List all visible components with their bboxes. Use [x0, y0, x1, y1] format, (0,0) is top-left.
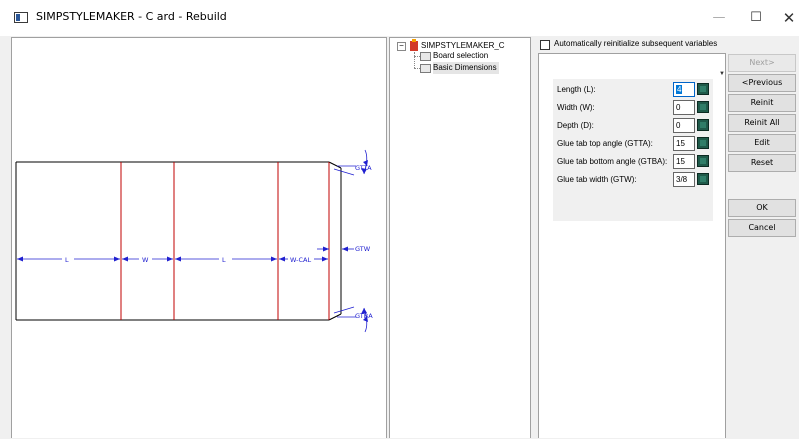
- depth-input[interactable]: 0: [673, 118, 695, 133]
- minimize-button[interactable]: —: [704, 6, 734, 30]
- reinit-all-button[interactable]: Reinit All: [728, 114, 796, 132]
- box-drawing: L W L W-CAL GTW GTTA GTBA: [15, 149, 373, 333]
- param-row-width: Width (W): 0: [553, 99, 713, 117]
- gtba-input[interactable]: 15: [673, 154, 695, 169]
- param-label: Length (L):: [557, 85, 596, 94]
- gtw-input[interactable]: 3/8: [673, 172, 695, 187]
- length-formula-button[interactable]: [697, 83, 709, 95]
- board-selection-icon: [420, 52, 431, 61]
- param-label: Glue tab width (GTW):: [557, 175, 637, 184]
- scroll-down-icon[interactable]: ▼: [719, 71, 725, 77]
- close-button[interactable]: ✕: [774, 6, 799, 30]
- param-row-gtw: Glue tab width (GTW): 3/8: [553, 171, 713, 189]
- gtw-formula-button[interactable]: [697, 173, 709, 185]
- app-icon: [14, 12, 28, 23]
- tree-item-board-selection[interactable]: Board selection: [433, 50, 488, 62]
- reset-button[interactable]: Reset: [728, 154, 796, 172]
- depth-formula-button[interactable]: [697, 119, 709, 131]
- width-formula-button[interactable]: [697, 101, 709, 113]
- gtba-formula-button[interactable]: [697, 155, 709, 167]
- ok-button[interactable]: OK: [728, 199, 796, 217]
- dim-label-width: W: [142, 256, 149, 264]
- glue-tab-top: [328, 161, 342, 169]
- cancel-button[interactable]: Cancel: [728, 219, 796, 237]
- previous-button[interactable]: <Previous: [728, 74, 796, 92]
- param-label: Glue tab top angle (GTTA):: [557, 139, 653, 148]
- window-title: SIMPSTYLEMAKER - C ard - Rebuild: [36, 10, 227, 23]
- parameter-table: Length (L): 4 Width (W): 0 Depth (D): 0 …: [553, 79, 713, 221]
- parameters-panel: Automatically reinitialize subsequent va…: [536, 37, 799, 438]
- dim-label-gtw: GTW: [355, 245, 371, 253]
- tree-item-basic-dimensions[interactable]: Basic Dimensions: [433, 62, 499, 74]
- param-label: Depth (D):: [557, 121, 594, 130]
- width-input[interactable]: 0: [673, 100, 695, 115]
- dim-label-gtba: GTBA: [355, 312, 373, 320]
- param-row-length: Length (L): 4: [553, 81, 713, 99]
- dim-label-length-2: L: [222, 256, 226, 264]
- dim-label-w-cal: W-CAL: [290, 256, 311, 264]
- reinit-button[interactable]: Reinit: [728, 94, 796, 112]
- auto-reinit-checkbox[interactable]: [540, 40, 550, 50]
- dim-label-gtta: GTTA: [355, 164, 372, 172]
- next-button[interactable]: Next>: [728, 54, 796, 72]
- length-input[interactable]: 4: [673, 82, 695, 97]
- title-bar: SIMPSTYLEMAKER - C ard - Rebuild — ☐ ✕: [0, 0, 799, 36]
- maximize-button[interactable]: ☐: [741, 6, 771, 30]
- param-row-depth: Depth (D): 0: [553, 117, 713, 135]
- parameters-box: ▼ Length (L): 4 Width (W): 0 Depth (D): …: [538, 53, 726, 438]
- gtta-input[interactable]: 15: [673, 136, 695, 151]
- dim-label-length-1: L: [65, 256, 69, 264]
- document-icon: [410, 39, 418, 51]
- structure-tree[interactable]: − SIMPSTYLEMAKER_C Board selection Basic…: [389, 37, 531, 438]
- param-row-gtba: Glue tab bottom angle (GTBA): 15: [553, 153, 713, 171]
- param-row-gtta: Glue tab top angle (GTTA): 15: [553, 135, 713, 153]
- tree-collapse-toggle[interactable]: −: [397, 42, 406, 51]
- param-label: Glue tab bottom angle (GTBA):: [557, 157, 668, 166]
- drawing-canvas[interactable]: L W L W-CAL GTW GTTA GTBA: [11, 37, 387, 438]
- basic-dimensions-icon: [420, 64, 431, 73]
- param-label: Width (W):: [557, 103, 595, 112]
- edit-button[interactable]: Edit: [728, 134, 796, 152]
- gtta-formula-button[interactable]: [697, 137, 709, 149]
- auto-reinit-label[interactable]: Automatically reinitialize subsequent va…: [554, 39, 717, 48]
- tree-connector: [414, 52, 415, 68]
